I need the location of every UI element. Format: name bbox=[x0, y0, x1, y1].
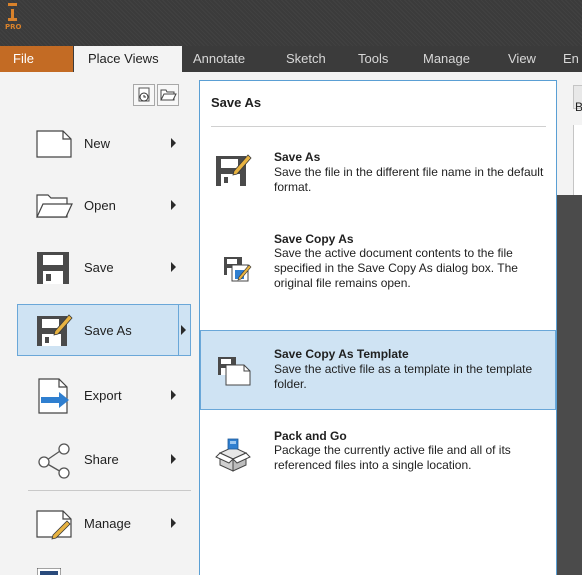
recent-documents-icon[interactable] bbox=[133, 84, 155, 106]
save-copy-as-icon bbox=[214, 249, 252, 287]
option-save-copy-as[interactable]: Save Copy As Save the active document co… bbox=[200, 225, 556, 325]
option-description: Package the currently active file and al… bbox=[274, 443, 511, 472]
option-title: Save Copy As bbox=[274, 232, 354, 246]
quick-access-icons bbox=[133, 84, 185, 106]
chevron-right-icon bbox=[171, 390, 176, 400]
tab-annotate[interactable]: Annotate bbox=[193, 46, 245, 72]
option-title: Pack and Go bbox=[274, 429, 347, 443]
pack-and-go-icon bbox=[214, 437, 252, 475]
option-title: Save Copy As Template bbox=[274, 347, 409, 361]
menu-item-share[interactable]: Share bbox=[17, 434, 191, 486]
chevron-right-icon bbox=[171, 262, 176, 272]
option-title: Save As bbox=[274, 150, 321, 164]
tab-environments[interactable]: En bbox=[563, 46, 579, 72]
background-panel-strip bbox=[573, 125, 582, 195]
chevron-right-icon bbox=[171, 454, 176, 464]
menu-item-manage[interactable]: Manage bbox=[17, 498, 191, 550]
option-save-as[interactable]: Save As Save the file in the different f… bbox=[200, 141, 556, 211]
option-pack-and-go[interactable]: Pack and Go Package the currently active… bbox=[200, 421, 556, 511]
background-graphics-area bbox=[557, 195, 582, 575]
tab-file[interactable]: File bbox=[0, 46, 73, 72]
option-save-copy-as-template[interactable]: Save Copy As Template Save the active fi… bbox=[200, 330, 556, 410]
menu-item-label: Share bbox=[84, 452, 119, 467]
open-folder-icon bbox=[35, 187, 73, 225]
background-label: B bbox=[575, 100, 582, 114]
open-folder-icon[interactable] bbox=[157, 84, 179, 106]
panel-title: Save As bbox=[211, 95, 262, 110]
menu-item-label: Export bbox=[84, 388, 122, 403]
export-icon bbox=[35, 377, 73, 415]
menu-item-open[interactable]: Open bbox=[17, 180, 191, 232]
tab-manage[interactable]: Manage bbox=[423, 46, 470, 72]
document-settings-icon[interactable] bbox=[37, 564, 61, 575]
chevron-right-icon bbox=[171, 138, 176, 148]
manage-icon bbox=[35, 505, 73, 543]
option-description: Save the active document contents to the… bbox=[274, 246, 518, 290]
logo-text: PRO bbox=[5, 23, 22, 31]
save-as-panel: Save As Save As Save the file in the dif… bbox=[199, 80, 557, 575]
chevron-right-icon[interactable] bbox=[181, 325, 186, 335]
tab-tools[interactable]: Tools bbox=[358, 46, 388, 72]
save-template-icon bbox=[214, 351, 252, 389]
new-document-icon bbox=[35, 125, 73, 163]
tab-place-views[interactable]: Place Views bbox=[74, 46, 182, 72]
menu-item-save-as[interactable]: Save As bbox=[17, 304, 191, 356]
option-description: Save the file in the different file name… bbox=[274, 165, 544, 194]
chevron-right-icon bbox=[171, 200, 176, 210]
menu-item-export[interactable]: Export bbox=[17, 370, 191, 422]
menu-item-label: Save bbox=[84, 260, 114, 275]
ribbon-tabs: File Place Views Annotate Sketch Tools M… bbox=[0, 46, 582, 72]
save-icon bbox=[35, 249, 73, 287]
tab-label: Place Views bbox=[88, 51, 159, 66]
menu-split-divider bbox=[178, 305, 179, 355]
option-description: Save the active file as a template in th… bbox=[274, 362, 533, 391]
app-logo: PRO bbox=[5, 3, 27, 45]
chevron-right-icon bbox=[171, 518, 176, 528]
menu-item-label: Manage bbox=[84, 516, 131, 531]
title-bar: PRO bbox=[0, 0, 582, 46]
menu-divider bbox=[28, 490, 191, 491]
share-icon bbox=[35, 441, 73, 479]
menu-item-label: Save As bbox=[84, 323, 132, 338]
backstage-menu: New Open Save Save As Export Share Manag… bbox=[0, 72, 196, 575]
menu-item-new[interactable]: New bbox=[17, 118, 191, 170]
panel-divider bbox=[211, 126, 546, 127]
save-as-icon bbox=[214, 151, 252, 189]
tab-sketch[interactable]: Sketch bbox=[286, 46, 326, 72]
save-as-icon bbox=[35, 311, 73, 349]
menu-item-label: Open bbox=[84, 198, 116, 213]
menu-item-label: New bbox=[84, 136, 111, 151]
menu-item-save[interactable]: Save bbox=[17, 242, 191, 294]
tab-view[interactable]: View bbox=[508, 46, 536, 72]
